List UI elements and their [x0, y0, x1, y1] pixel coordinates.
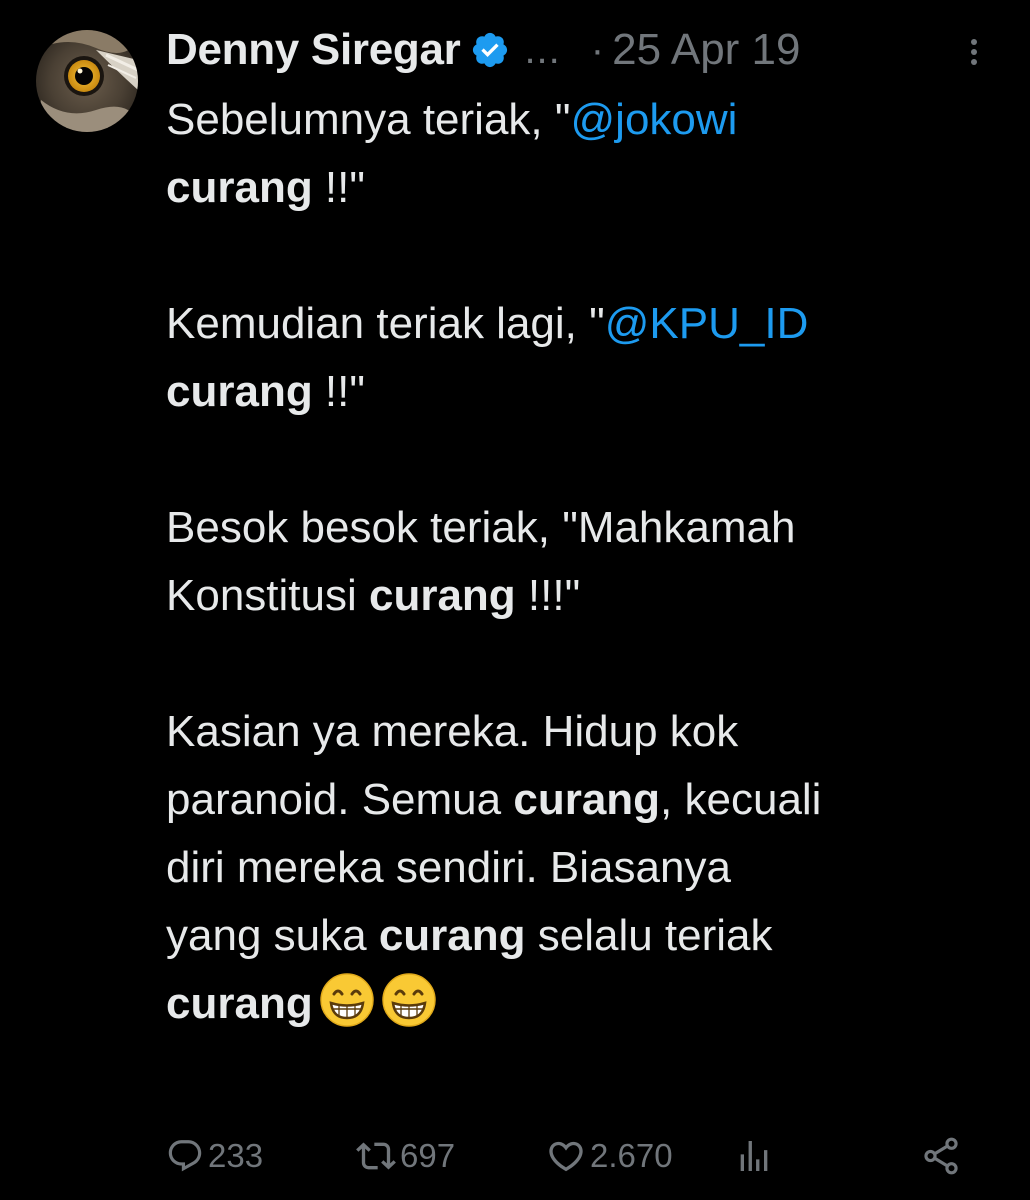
grinning-face-emoji-icon — [381, 972, 437, 1028]
text-segment: !!" — [312, 367, 365, 416]
like-button[interactable]: 2.670 — [546, 1128, 673, 1184]
avatar[interactable] — [36, 30, 138, 132]
text-segment: , kecuali — [660, 775, 822, 824]
mention-link[interactable]: @KPU_ID — [605, 299, 809, 348]
heart-icon — [549, 1141, 583, 1172]
tweet-text: Sebelumnya teriak, "@jokowi curang !!" K… — [166, 86, 1006, 1038]
paragraph: Besok besok teriak, "Mahkamah Konstitusi… — [166, 494, 1006, 630]
bold-word: curang — [166, 367, 313, 416]
tweet-header: Denny Siregar ... · 25 Apr 19 — [166, 22, 986, 78]
text-segment: Besok besok teriak, "Mahkamah — [166, 503, 796, 552]
text-segment: Kasian ya mereka. Hidup kok — [166, 707, 739, 756]
header-separator: · — [590, 27, 605, 72]
header-ellipsis: ... — [524, 27, 561, 72]
bold-word: curang — [166, 979, 313, 1028]
paragraph: Kemudian teriak lagi, "@KPU_ID curang !!… — [166, 290, 1006, 426]
reply-button[interactable]: 233 — [166, 1128, 263, 1184]
tweet-timestamp[interactable]: 25 Apr 19 — [612, 25, 800, 75]
retweet-count: 697 — [400, 1137, 456, 1174]
bold-word: curang — [378, 911, 526, 960]
more-options-button[interactable] — [960, 32, 988, 72]
mention-link[interactable]: @jokowi — [571, 95, 738, 144]
analytics-bars-icon — [740, 1141, 768, 1171]
text-segment: yang suka — [166, 911, 379, 960]
text-segment: selalu teriak — [525, 911, 773, 960]
retweet-icon — [356, 1142, 396, 1170]
paragraph: Kasian ya mereka. Hidup kok paranoid. Se… — [166, 698, 1006, 1038]
text-segment: Kemudian teriak lagi, " — [166, 299, 605, 348]
share-icon — [924, 1137, 958, 1175]
reply-count: 233 — [208, 1137, 264, 1174]
more-vertical-icon — [971, 39, 977, 65]
bold-word: curang — [513, 775, 661, 824]
text-segment: !!!" — [515, 571, 581, 620]
verified-badge-icon[interactable] — [470, 30, 510, 70]
views-button[interactable] — [734, 1128, 774, 1184]
text-segment: Konstitusi — [166, 571, 369, 620]
text-segment: Sebelumnya teriak, " — [166, 95, 571, 144]
like-count: 2.670 — [590, 1137, 673, 1174]
tweet-action-bar: 233 697 2.670 — [166, 1128, 976, 1184]
author-display-name[interactable]: Denny Siregar — [166, 25, 461, 75]
paragraph: Sebelumnya teriak, "@jokowi curang !!" — [166, 86, 1006, 222]
text-segment: paranoid. Semua — [166, 775, 514, 824]
reply-icon — [168, 1140, 202, 1172]
owl-eye-avatar-icon — [36, 30, 138, 132]
text-segment: diri mereka sendiri. Biasanya — [166, 843, 731, 892]
bold-word: curang — [368, 571, 516, 620]
retweet-button[interactable]: 697 — [356, 1128, 455, 1184]
share-button[interactable] — [920, 1128, 962, 1184]
grinning-face-emoji-icon — [319, 972, 375, 1028]
bold-word: curang — [166, 163, 313, 212]
text-segment: !!" — [312, 163, 365, 212]
